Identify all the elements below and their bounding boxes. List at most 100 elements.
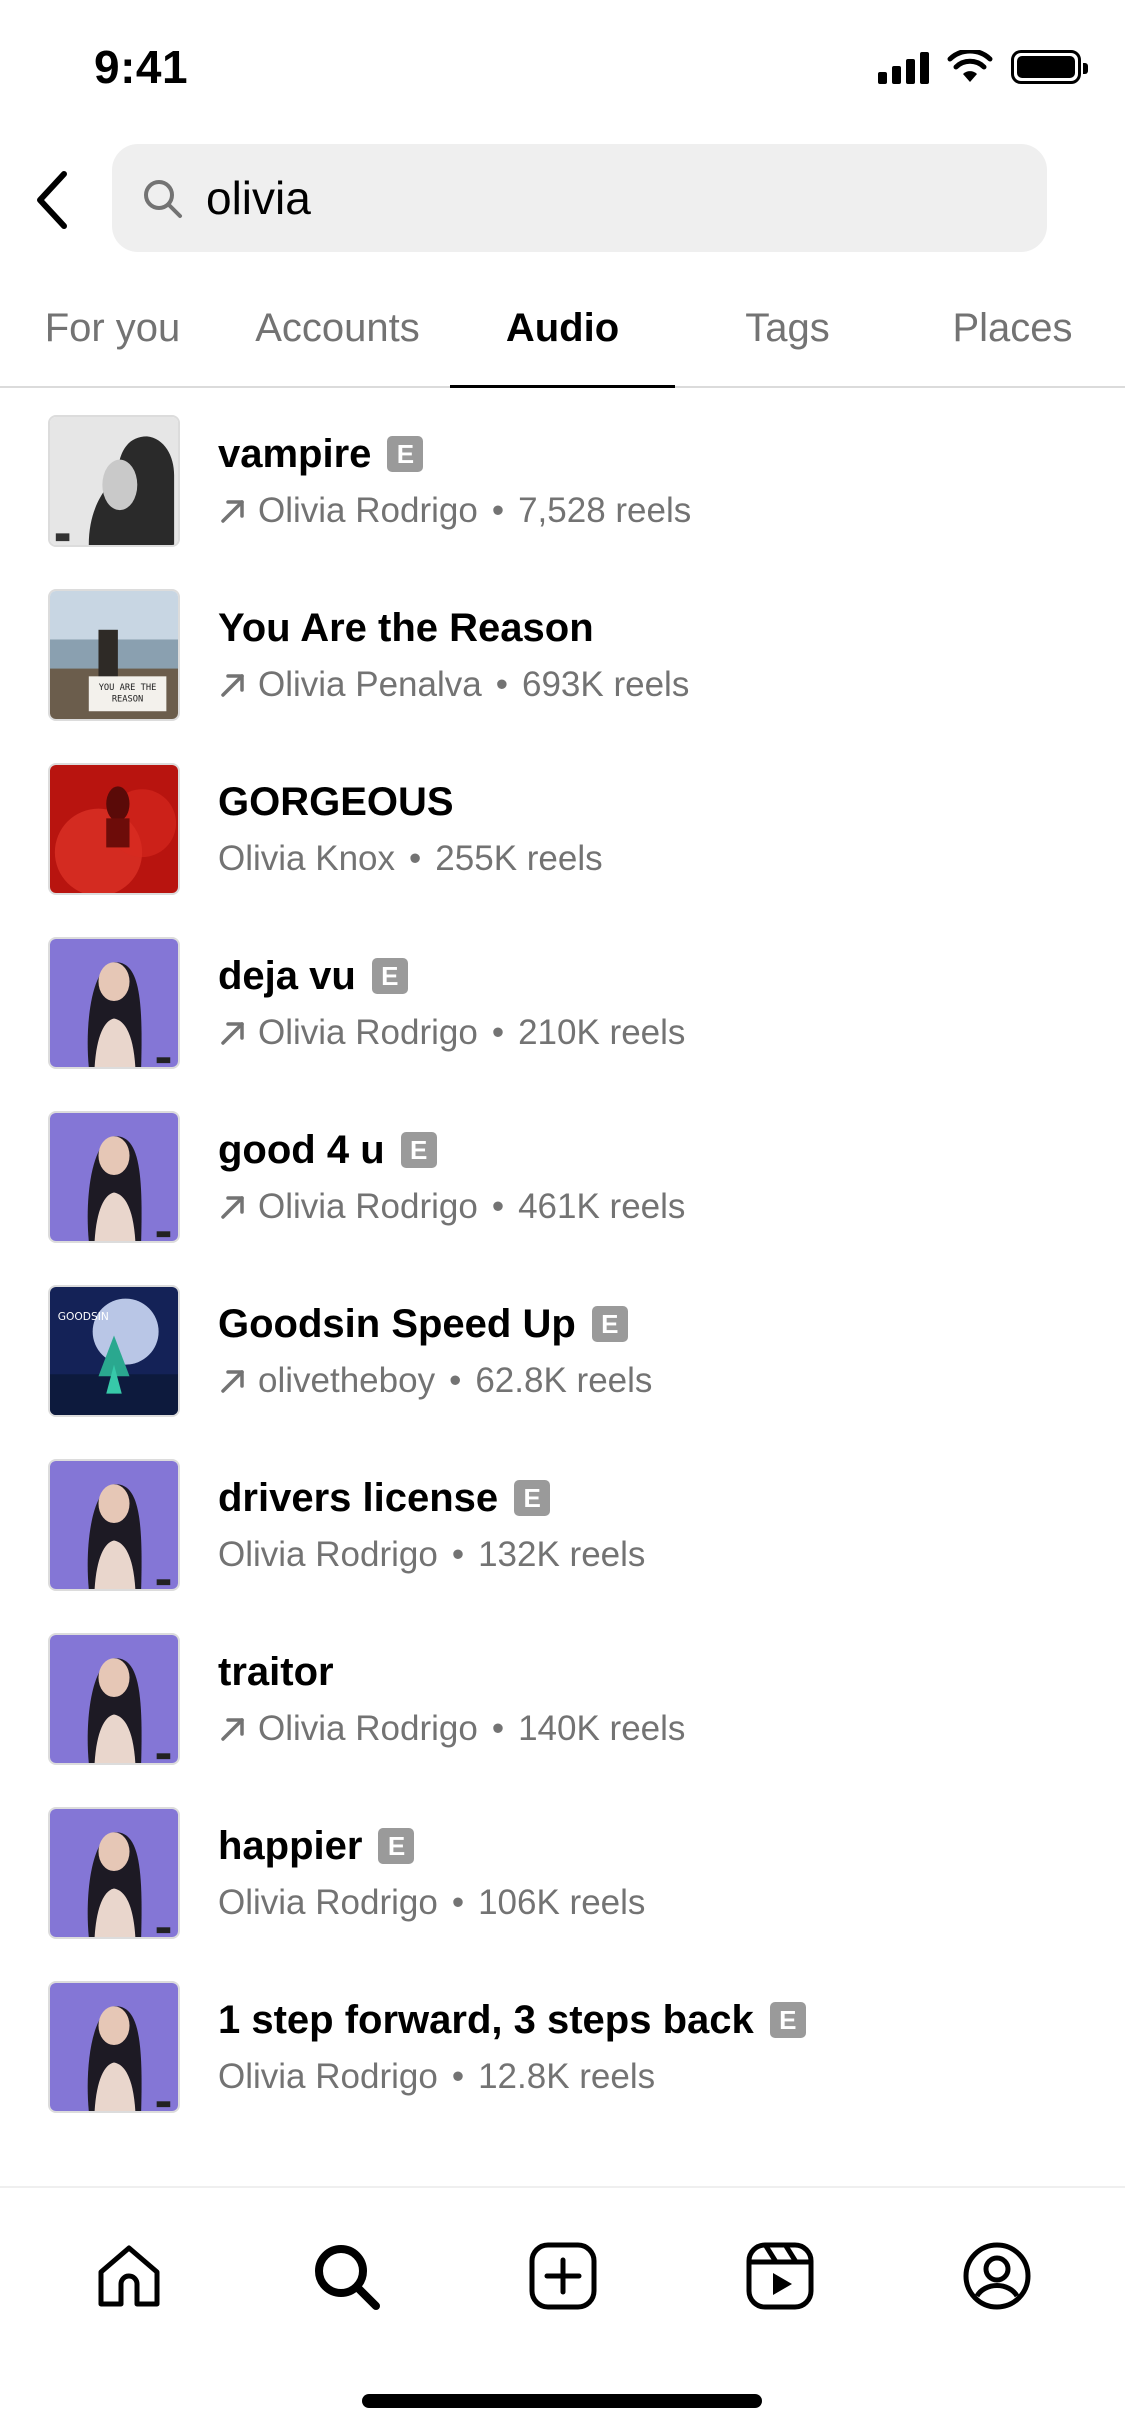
album-cover: YOU ARE THE REASON: [48, 589, 180, 721]
audio-results-list: vampire E Olivia Rodrigo • 7,528 reels YOU …: [0, 394, 1125, 2134]
back-button[interactable]: [22, 160, 82, 240]
audio-artist: olivetheboy: [258, 1360, 436, 1400]
reel-count: 106K reels: [478, 1882, 646, 1922]
tab-places[interactable]: Places: [900, 270, 1125, 386]
audio-subtitle: Olivia Rodrigo • 132K reels: [218, 1535, 645, 1575]
audio-meta: good 4 u E Olivia Rodrigo • 461K reels: [218, 1128, 685, 1227]
audio-artist: Olivia Rodrigo: [258, 490, 478, 530]
status-bar: 9:41: [0, 0, 1125, 140]
audio-result-row[interactable]: GORGEOUS Olivia Knox • 255K reels: [0, 742, 1125, 916]
album-cover: GOODSIN: [48, 1285, 180, 1417]
nav-home[interactable]: [84, 2231, 174, 2321]
explicit-badge: E: [400, 1132, 437, 1168]
create-icon: [529, 2242, 596, 2310]
audio-result-row[interactable]: vampire E Olivia Rodrigo • 7,528 reels: [0, 394, 1125, 568]
album-cover: [48, 937, 180, 1069]
nav-search[interactable]: [301, 2231, 391, 2321]
search-input[interactable]: olivia: [112, 144, 1047, 252]
reel-count: 140K reels: [518, 1708, 686, 1748]
chevron-left-icon: [37, 171, 67, 229]
reel-count: 7,528 reels: [518, 490, 692, 530]
audio-meta: happier E Olivia Rodrigo • 106K reels: [218, 1824, 645, 1923]
audio-meta: 1 step forward, 3 steps back E Olivia Rodr…: [218, 1998, 806, 2097]
audio-title: You Are the Reason: [218, 605, 594, 650]
album-cover: [48, 1111, 180, 1243]
audio-subtitle: Olivia Rodrigo • 461K reels: [218, 1187, 685, 1227]
audio-artist: Olivia Rodrigo: [258, 1186, 478, 1226]
trending-arrow-icon: [221, 1195, 244, 1219]
audio-title-line: drivers license E: [218, 1476, 645, 1521]
audio-title: vampire: [218, 431, 372, 476]
search-icon: [144, 180, 182, 218]
album-cover: [48, 1459, 180, 1591]
trending-arrow-icon: [221, 1021, 244, 1045]
svg-text:GOODSIN: GOODSIN: [58, 1310, 109, 1323]
reel-count: 62.8K reels: [475, 1360, 653, 1400]
home-icon: [98, 2245, 159, 2307]
audio-meta: You Are the Reason Olivia Penalva • 693K r…: [218, 606, 689, 705]
audio-title-line: good 4 u E: [218, 1128, 685, 1173]
audio-result-row[interactable]: 1 step forward, 3 steps back E Olivia Rodr…: [0, 1960, 1125, 2134]
tab-tags[interactable]: Tags: [675, 270, 900, 386]
album-cover: [48, 1807, 180, 1939]
audio-title-line: vampire E: [218, 432, 691, 477]
trending-arrow-icon: [221, 673, 244, 697]
audio-artist: Olivia Rodrigo: [218, 1534, 438, 1574]
audio-meta: vampire E Olivia Rodrigo • 7,528 reels: [218, 432, 691, 531]
search-tabs: For you Accounts Audio Tags Places: [0, 270, 1125, 388]
separator-dot: •: [491, 490, 505, 530]
audio-subtitle: Olivia Penalva • 693K reels: [218, 665, 689, 705]
audio-artist: Olivia Rodrigo: [258, 1012, 478, 1052]
status-icons: [878, 50, 1088, 84]
audio-result-row[interactable]: good 4 u E Olivia Rodrigo • 461K reels: [0, 1090, 1125, 1264]
reel-count: 132K reels: [478, 1534, 646, 1574]
explicit-badge: E: [769, 2002, 806, 2038]
audio-meta: drivers license E Olivia Rodrigo • 132K reel…: [218, 1476, 645, 1575]
tab-accounts[interactable]: Accounts: [225, 270, 450, 386]
separator-dot: •: [451, 1882, 465, 1922]
audio-result-row[interactable]: YOU ARE THE REASON You Are the Reason Oli…: [0, 568, 1125, 742]
audio-title-line: Goodsin Speed Up E: [218, 1302, 652, 1347]
trending-arrow-icon: [221, 1717, 244, 1741]
audio-result-row[interactable]: drivers license E Olivia Rodrigo • 132K reel…: [0, 1438, 1125, 1612]
audio-artist: Olivia Rodrigo: [218, 2056, 438, 2096]
audio-artist: Olivia Penalva: [258, 664, 482, 704]
tab-audio[interactable]: Audio: [450, 270, 675, 388]
cellular-signal-icon: [878, 50, 929, 84]
nav-reels[interactable]: [735, 2231, 825, 2321]
audio-title: drivers license: [218, 1475, 499, 1520]
audio-subtitle: Olivia Rodrigo • 210K reels: [218, 1013, 685, 1053]
audio-title-line: 1 step forward, 3 steps back E: [218, 1998, 806, 2043]
status-time: 9:41: [94, 41, 189, 93]
audio-meta: GORGEOUS Olivia Knox • 255K reels: [218, 780, 603, 879]
tab-for-you[interactable]: For you: [0, 270, 225, 386]
separator-dot: •: [495, 664, 508, 704]
reels-icon: [746, 2242, 813, 2310]
audio-result-row[interactable]: happier E Olivia Rodrigo • 106K reels: [0, 1786, 1125, 1960]
reel-count: 693K reels: [522, 664, 690, 704]
nav-create[interactable]: [518, 2231, 608, 2321]
explicit-badge: E: [514, 1480, 551, 1516]
separator-dot: •: [491, 1708, 505, 1748]
bottom-nav: [0, 2186, 1125, 2436]
reel-count: 12.8K reels: [478, 2056, 656, 2096]
profile-icon: [963, 2242, 1030, 2310]
audio-title: GORGEOUS: [218, 779, 454, 824]
svg-text:YOU ARE THE: YOU ARE THE: [99, 683, 157, 693]
audio-result-row[interactable]: deja vu E Olivia Rodrigo • 210K reels: [0, 916, 1125, 1090]
audio-subtitle: Olivia Rodrigo • 12.8K reels: [218, 2057, 806, 2097]
svg-text:REASON: REASON: [112, 695, 144, 705]
battery-icon: [1011, 50, 1088, 84]
audio-meta: traitor Olivia Rodrigo • 140K reels: [218, 1650, 685, 1749]
audio-subtitle: Olivia Rodrigo • 7,528 reels: [218, 491, 691, 531]
reel-count: 210K reels: [518, 1012, 686, 1052]
audio-meta: deja vu E Olivia Rodrigo • 210K reels: [218, 954, 685, 1053]
search-query: olivia: [206, 172, 311, 224]
audio-title-line: You Are the Reason: [218, 606, 689, 651]
audio-artist: Olivia Knox: [218, 838, 396, 878]
explicit-badge: E: [378, 1828, 415, 1864]
audio-title-line: happier E: [218, 1824, 645, 1869]
audio-result-row[interactable]: GOODSIN Goodsin Speed Up E olivetheboy • 62.…: [0, 1264, 1125, 1438]
audio-result-row[interactable]: traitor Olivia Rodrigo • 140K reels: [0, 1612, 1125, 1786]
nav-profile[interactable]: [952, 2231, 1042, 2321]
